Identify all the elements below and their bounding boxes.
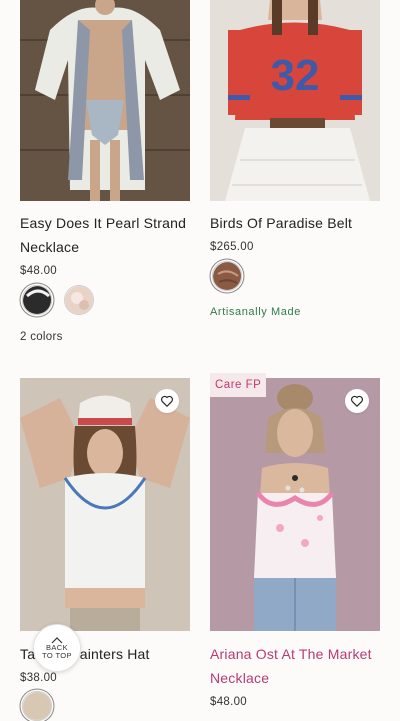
- color-swatch-tan[interactable]: [22, 691, 52, 721]
- wishlist-heart-button[interactable]: [155, 389, 179, 413]
- back-to-top-line2: TO TOP: [42, 650, 72, 660]
- product-image-2[interactable]: 32: [210, 0, 380, 201]
- product-image-1[interactable]: [20, 0, 190, 201]
- product-title[interactable]: Birds Of Paradise Belt: [210, 211, 385, 235]
- product-image-4[interactable]: [210, 378, 380, 631]
- product-title[interactable]: Ariana Ost At The Market Necklace: [210, 642, 385, 690]
- colors-count: 2 colors: [20, 331, 63, 343]
- color-swatch-ivory[interactable]: [64, 285, 94, 315]
- color-swatch-black[interactable]: [22, 285, 52, 315]
- heart-icon: [351, 395, 363, 407]
- svg-text:32: 32: [271, 51, 320, 100]
- product-title-rest: Painters Hat: [70, 646, 150, 662]
- product-price: $265.00: [210, 241, 254, 253]
- heart-icon: [161, 395, 173, 407]
- product-price: $38.00: [20, 672, 57, 684]
- care-fp-badge: Care FP: [210, 373, 267, 397]
- color-swatch-brown[interactable]: [212, 261, 242, 291]
- product-title[interactable]: Easy Does It Pearl Strand Necklace: [20, 211, 195, 259]
- back-to-top-button[interactable]: BACK TO TOP: [33, 624, 81, 672]
- product-price: $48.00: [210, 696, 247, 708]
- product-image-3[interactable]: [20, 378, 190, 631]
- wishlist-heart-button[interactable]: [345, 389, 369, 413]
- product-price: $48.00: [20, 265, 57, 277]
- artisanally-made-tag: Artisanally Made: [210, 306, 301, 318]
